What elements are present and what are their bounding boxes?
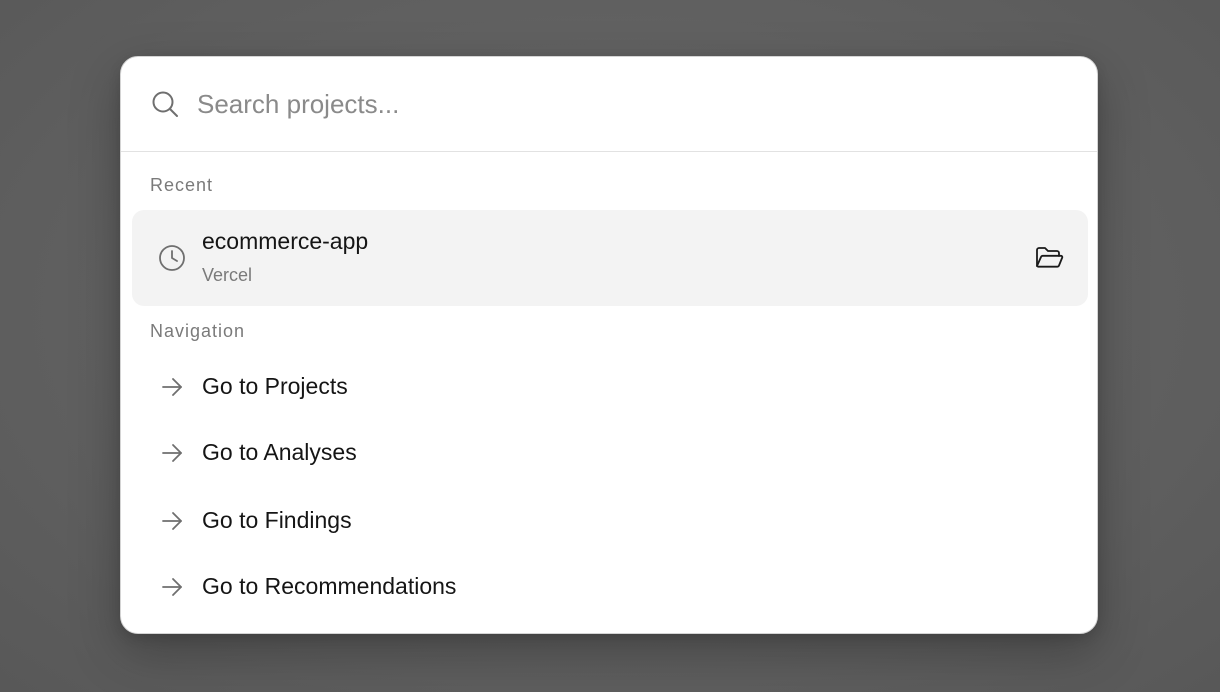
clock-icon (159, 245, 185, 271)
command-palette: Recent ecommerce-app Vercel Navigation G… (120, 56, 1098, 634)
search-icon (152, 91, 178, 117)
folder-open-icon[interactable] (1034, 244, 1064, 272)
navigation-section-heading: Navigation (150, 321, 246, 341)
search-input[interactable] (197, 81, 1057, 127)
recent-item-ecommerce-app[interactable]: ecommerce-app Vercel (132, 210, 1088, 306)
nav-item-label: Go to Findings (202, 507, 352, 533)
search-bar (121, 57, 1097, 152)
arrow-right-icon (162, 378, 182, 396)
recent-item-title: ecommerce-app (202, 228, 369, 254)
nav-item-label: Go to Projects (202, 373, 348, 399)
arrow-right-icon (162, 444, 182, 462)
nav-item-recommendations[interactable]: Go to Recommendations (132, 557, 1088, 617)
arrow-right-icon (162, 578, 182, 596)
recent-item-subtitle: Vercel (202, 265, 253, 285)
nav-item-label: Go to Recommendations (202, 573, 457, 599)
nav-item-findings[interactable]: Go to Findings (132, 491, 1088, 551)
recent-section-heading: Recent (150, 175, 214, 195)
nav-item-projects[interactable]: Go to Projects (132, 357, 1088, 417)
nav-item-label: Go to Analyses (202, 439, 357, 465)
arrow-right-icon (162, 512, 182, 530)
nav-item-analyses[interactable]: Go to Analyses (132, 423, 1088, 483)
